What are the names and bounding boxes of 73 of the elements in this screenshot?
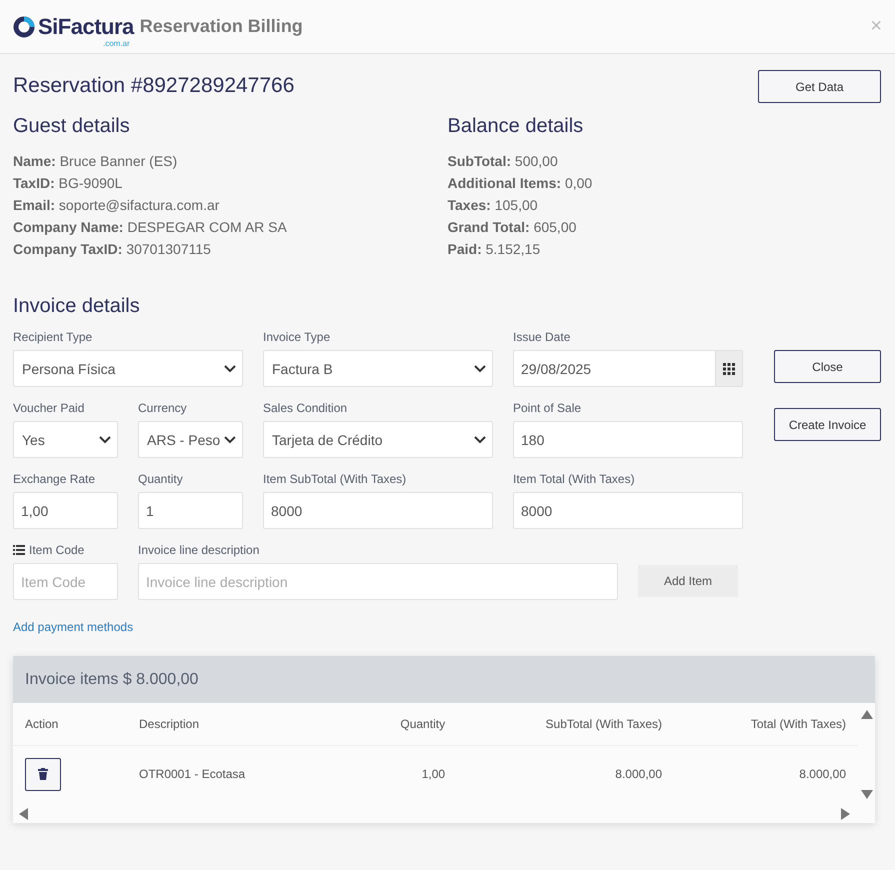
section-heading: Invoice details bbox=[13, 295, 141, 318]
dropdown[interactable]: Yes bbox=[13, 421, 118, 458]
input-field[interactable]: 8000 bbox=[513, 492, 743, 529]
detail-line: Additional Items: 0,00 bbox=[448, 174, 594, 193]
table-cell: OTR0001 - Ecotasa bbox=[139, 767, 246, 781]
trash-icon bbox=[38, 768, 48, 780]
logo-text: SiFactura bbox=[38, 14, 134, 40]
scroll-down-icon[interactable] bbox=[861, 790, 873, 799]
action-button[interactable]: Close bbox=[774, 350, 881, 383]
chevron-down-icon bbox=[224, 436, 236, 444]
field-label: Quantity bbox=[138, 472, 183, 486]
field-label: Point of Sale bbox=[513, 401, 582, 415]
scroll-right-icon[interactable] bbox=[841, 808, 850, 820]
input-field[interactable]: 1,00 bbox=[13, 492, 118, 529]
detail-line: Company Name: DESPEGAR COM AR SA bbox=[13, 218, 288, 237]
logo-ring-icon bbox=[13, 16, 35, 38]
reservation-title: Reservation #8927289247766 bbox=[13, 74, 294, 98]
dropdown[interactable]: ARS - Peso bbox=[138, 421, 243, 458]
column-header: Quantity bbox=[400, 717, 446, 731]
section-heading: Balance details bbox=[448, 115, 584, 138]
detail-line: Email: soporte@sifactura.com.ar bbox=[13, 196, 220, 215]
input-field[interactable]: Item Code bbox=[13, 563, 118, 600]
add-item-button[interactable]: Add Item bbox=[638, 565, 738, 597]
detail-line: SubTotal: 500,00 bbox=[448, 152, 559, 171]
action-button[interactable]: Create Invoice bbox=[774, 408, 881, 441]
list-icon bbox=[13, 545, 25, 555]
date-input[interactable]: 29/08/2025 bbox=[514, 351, 715, 386]
field-label: Issue Date bbox=[513, 330, 570, 344]
dropdown[interactable]: Tarjeta de Crédito bbox=[263, 421, 493, 458]
scroll-left-icon[interactable] bbox=[19, 808, 28, 820]
field-label: Invoice line description bbox=[138, 543, 260, 557]
add-payment-link[interactable]: Add payment methods bbox=[13, 620, 134, 634]
column-header: Description bbox=[139, 717, 200, 731]
field-label: Recipient Type bbox=[13, 330, 92, 344]
section-heading: Guest details bbox=[13, 115, 131, 138]
field-label: Item SubTotal (With Taxes) bbox=[263, 472, 406, 486]
field-label: Invoice Type bbox=[263, 330, 330, 344]
calendar-grid-icon[interactable] bbox=[715, 351, 742, 386]
detail-line: Grand Total: 605,00 bbox=[448, 218, 578, 237]
table-cell: 8.000,00 bbox=[799, 767, 846, 781]
field-label: Item Code bbox=[29, 543, 84, 557]
dropdown[interactable]: Persona Física bbox=[13, 350, 243, 387]
input-field[interactable]: 8000 bbox=[263, 492, 493, 529]
detail-line: TaxID: BG-9090L bbox=[13, 174, 124, 193]
chevron-down-icon bbox=[99, 436, 111, 444]
detail-line: Company TaxID: 30701307115 bbox=[13, 240, 212, 259]
field-label: Currency bbox=[138, 401, 187, 415]
column-header: Total (With Taxes) bbox=[750, 717, 846, 731]
chevron-down-icon bbox=[224, 364, 236, 372]
column-header: Action bbox=[25, 717, 58, 731]
chevron-down-icon bbox=[474, 436, 486, 444]
table-cell: 1,00 bbox=[422, 767, 446, 781]
column-header: SubTotal (With Taxes) bbox=[546, 717, 662, 731]
window-title: Reservation Billing bbox=[140, 16, 303, 37]
chevron-down-icon bbox=[474, 364, 486, 372]
dropdown[interactable]: Factura B bbox=[263, 350, 493, 387]
detail-line: Paid: 5.152,15 bbox=[448, 240, 542, 259]
detail-line: Name: Bruce Banner (ES) bbox=[13, 152, 178, 171]
input-field[interactable]: Invoice line description bbox=[138, 563, 618, 600]
input-field[interactable]: 1 bbox=[138, 492, 243, 529]
logo-domain: .com.ar bbox=[103, 38, 130, 48]
field-label: Voucher Paid bbox=[13, 401, 84, 415]
field-label: Item Total (With Taxes) bbox=[513, 472, 635, 486]
get-data-button[interactable]: Get Data bbox=[758, 70, 881, 103]
input-field[interactable]: 180 bbox=[513, 421, 743, 458]
scroll-up-icon[interactable] bbox=[861, 710, 873, 719]
detail-line: Taxes: 105,00 bbox=[448, 196, 539, 215]
card-title: Invoice items $ 8.000,00 bbox=[25, 670, 198, 688]
delete-button[interactable] bbox=[25, 758, 61, 790]
field-label: Sales Condition bbox=[263, 401, 348, 415]
date-field[interactable]: 29/08/2025 bbox=[513, 350, 743, 387]
table-cell: 8.000,00 bbox=[615, 767, 662, 781]
field-label: Exchange Rate bbox=[13, 472, 96, 486]
